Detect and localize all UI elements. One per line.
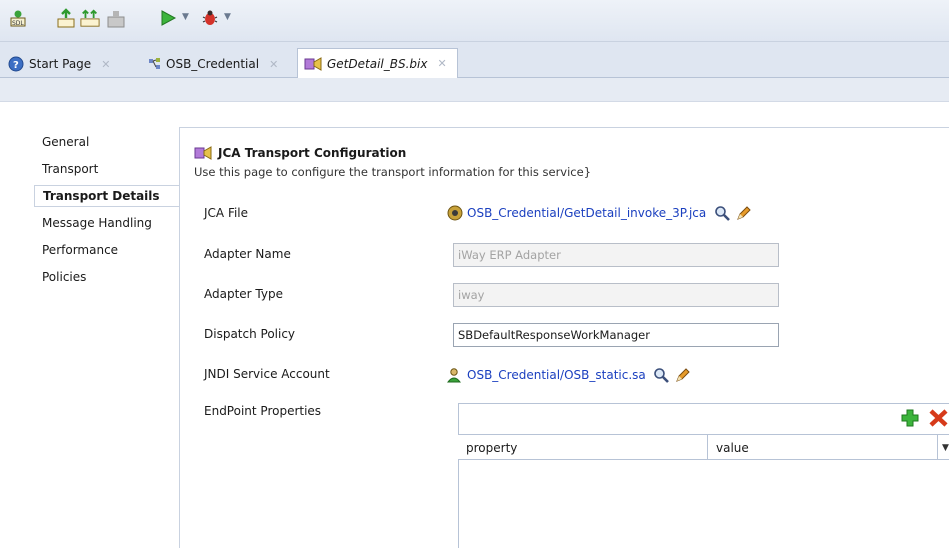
editor-tabs: ? Start Page ✕ OSB_Credential ✕ GetDetai…	[0, 42, 949, 78]
edit-pencil-icon[interactable]	[734, 204, 752, 222]
nav-item-general[interactable]: General	[34, 131, 180, 153]
close-icon[interactable]: ✕	[269, 58, 278, 71]
run-dropdown-icon[interactable]: ▼	[182, 12, 189, 22]
adapter-name-field[interactable]	[453, 243, 779, 267]
jca-file-label: JCA File	[204, 206, 249, 220]
deploy-icon[interactable]	[56, 8, 76, 28]
tab-label: GetDetail_BS.bix	[327, 56, 428, 71]
nav-item-policies[interactable]: Policies	[34, 266, 180, 288]
search-icon[interactable]	[713, 204, 731, 222]
svg-text:?: ?	[13, 60, 19, 71]
business-service-icon	[194, 146, 212, 160]
run-icon[interactable]	[158, 8, 178, 28]
nav-item-transport-details[interactable]: Transport Details	[34, 185, 180, 207]
tab-label: OSB_Credential	[166, 57, 260, 71]
dispatch-policy-label: Dispatch Policy	[204, 327, 296, 341]
jca-file-link[interactable]: OSB_Credential/GetDetail_invoke_3P.jca	[467, 206, 706, 220]
dispatch-policy-field[interactable]	[453, 323, 779, 347]
tab-start-page[interactable]: ? Start Page ✕	[8, 51, 110, 77]
column-menu-icon[interactable]: ▼	[942, 443, 949, 453]
nav-item-performance[interactable]: Performance	[34, 239, 180, 261]
column-header-value[interactable]: value	[708, 435, 938, 460]
tab-label: Start Page	[29, 57, 92, 71]
endpoint-properties-label: EndPoint Properties	[204, 404, 322, 418]
column-header-property[interactable]: property	[458, 435, 708, 460]
debug-icon[interactable]	[200, 8, 220, 28]
page-title-text: JCA Transport Configuration	[218, 146, 407, 160]
sdl-icon[interactable]: SDL	[8, 8, 28, 28]
page-title: JCA Transport Configuration	[194, 145, 406, 161]
remove-icon[interactable]	[928, 408, 949, 431]
nav-item-transport[interactable]: Transport	[34, 158, 180, 180]
endpoint-properties-table	[458, 403, 949, 548]
adapter-type-field[interactable]	[453, 283, 779, 307]
jndi-service-account-row: OSB_Credential/OSB_static.sa	[446, 366, 692, 384]
page-description: Use this page to configure the transport…	[194, 165, 592, 179]
service-account-icon	[446, 368, 462, 383]
tab-getdetail-bs[interactable]: GetDetail_BS.bix ✕	[297, 48, 458, 78]
jca-file-icon	[447, 205, 463, 221]
main-toolbar: SDL ▼ ▼	[0, 0, 949, 42]
adapter-type-label: Adapter Type	[204, 287, 283, 301]
undeploy-icon[interactable]	[106, 8, 126, 28]
nav-item-message-handling[interactable]: Message Handling	[34, 212, 180, 234]
help-circle-icon: ?	[8, 56, 24, 72]
debug-dropdown-icon[interactable]: ▼	[224, 12, 231, 22]
search-icon[interactable]	[653, 366, 671, 384]
business-service-icon	[304, 56, 322, 71]
project-icon	[149, 58, 160, 69]
svg-text:SDL: SDL	[12, 20, 24, 27]
jndi-service-account-link[interactable]: OSB_Credential/OSB_static.sa	[467, 368, 646, 382]
endpoint-table-header: property value ▼	[458, 434, 949, 460]
jca-file-row: OSB_Credential/GetDetail_invoke_3P.jca	[446, 204, 752, 222]
close-icon[interactable]: ✕	[437, 57, 446, 70]
tab-osb-credential[interactable]: OSB_Credential ✕	[148, 51, 278, 77]
add-icon[interactable]	[900, 408, 920, 431]
edit-pencil-icon[interactable]	[674, 366, 692, 384]
adapter-name-label: Adapter Name	[204, 247, 291, 261]
editor-header-bar	[0, 78, 949, 102]
deploy-all-icon[interactable]	[80, 8, 100, 28]
jndi-service-account-label: JNDI Service Account	[204, 367, 330, 381]
close-icon[interactable]: ✕	[101, 58, 110, 71]
